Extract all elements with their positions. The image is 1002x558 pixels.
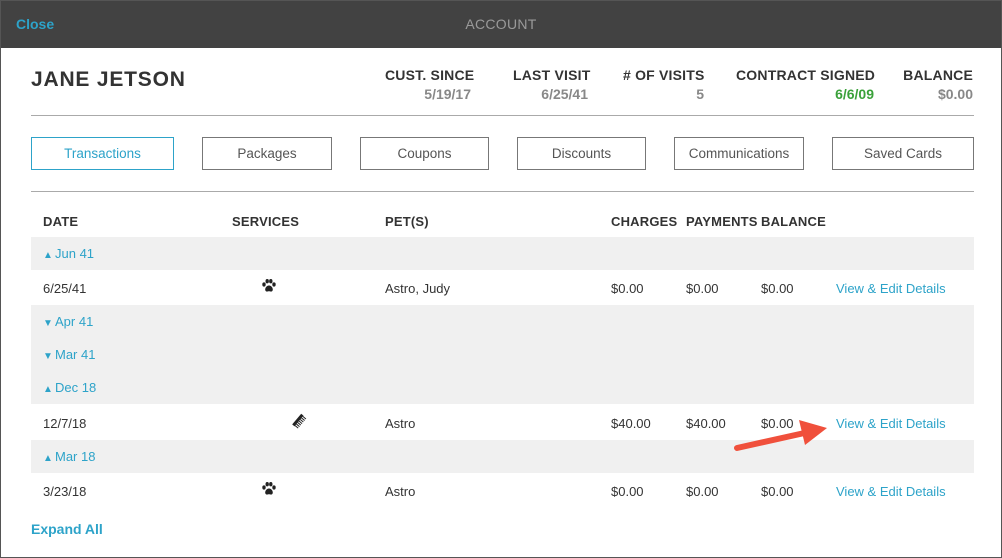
cell-date: 3/23/18 xyxy=(43,484,87,499)
month-group-row: ▼ Mar 41 xyxy=(31,338,974,371)
stat-label: CUST. SINCE xyxy=(385,67,475,83)
tab-saved-cards[interactable]: Saved Cards xyxy=(832,137,974,170)
month-group-row: ▼ Apr 41 xyxy=(31,305,974,338)
month-group-row: ▲ Dec 18 xyxy=(31,371,974,404)
cell-balance: $0.00 xyxy=(761,281,794,296)
month-group-label: Jun 41 xyxy=(55,246,95,261)
chevron-down-icon: ▼ xyxy=(43,318,53,329)
cell-charges: $0.00 xyxy=(611,281,644,296)
stat-contract-signed: CONTRACT SIGNED 6/6/09 xyxy=(736,67,876,102)
chevron-up-icon: ▲ xyxy=(43,250,53,261)
cell-payments: $40.00 xyxy=(686,416,726,431)
tab-coupons[interactable]: Coupons xyxy=(360,137,489,170)
month-group-toggle[interactable]: ▼ Mar 41 xyxy=(43,347,95,362)
month-group-toggle[interactable]: ▼ Apr 41 xyxy=(43,314,93,329)
cell-date: 6/25/41 xyxy=(43,281,87,296)
column-header-payments: PAYMENTS xyxy=(686,214,758,229)
table-row: 12/7/18 Astro $40.00 $40.00 $0.00 View &… xyxy=(31,405,974,440)
stat-label: LAST VISIT xyxy=(513,67,591,83)
chevron-up-icon: ▲ xyxy=(43,453,53,464)
chevron-up-icon: ▲ xyxy=(43,384,53,395)
account-modal: Close ACCOUNT JANE JETSON CUST. SINCE 5/… xyxy=(0,0,1002,558)
paw-icon xyxy=(262,279,276,292)
stat-value: $0.00 xyxy=(937,86,973,102)
stat-balance: BALANCE $0.00 xyxy=(903,67,973,102)
table-row: 6/25/41 Astro, Judy $0.00 $0.00 $0.00 Vi… xyxy=(31,270,974,305)
cell-payments: $0.00 xyxy=(686,484,719,499)
expand-all-button[interactable]: Expand All xyxy=(31,521,103,537)
modal-header: Close ACCOUNT xyxy=(1,1,1001,48)
tab-packages[interactable]: Packages xyxy=(202,137,332,170)
month-group-label: Mar 41 xyxy=(55,347,96,362)
cell-charges: $0.00 xyxy=(611,484,644,499)
stat-value: 6/6/09 xyxy=(835,86,874,102)
chevron-down-icon: ▼ xyxy=(43,351,53,362)
divider xyxy=(31,191,974,192)
month-group-label: Dec 18 xyxy=(55,380,97,395)
stat-value: 6/25/41 xyxy=(541,86,588,102)
stat-label: # OF VISITS xyxy=(623,67,705,83)
view-edit-details-link[interactable]: View & Edit Details xyxy=(836,484,946,499)
tab-discounts[interactable]: Discounts xyxy=(517,137,646,170)
cell-date: 12/7/18 xyxy=(43,416,87,431)
view-edit-details-link[interactable]: View & Edit Details xyxy=(836,416,946,431)
month-group-row: ▲ Jun 41 xyxy=(31,237,974,270)
month-group-label: Mar 18 xyxy=(55,449,96,464)
cell-charges: $40.00 xyxy=(611,416,651,431)
stat-cust-since: CUST. SINCE 5/19/17 xyxy=(385,67,475,102)
paw-icon xyxy=(262,482,276,495)
stat-label: CONTRACT SIGNED xyxy=(736,67,876,83)
customer-name: JANE JETSON xyxy=(31,68,186,91)
tab-communications[interactable]: Communications xyxy=(674,137,804,170)
tab-transactions[interactable]: Transactions xyxy=(31,137,174,170)
divider xyxy=(31,115,974,116)
column-header-services: SERVICES xyxy=(232,214,300,229)
comb-icon xyxy=(292,413,307,429)
month-group-toggle[interactable]: ▲ Mar 18 xyxy=(43,449,95,464)
column-header-pets: PET(S) xyxy=(385,214,429,229)
column-header-balance: BALANCE xyxy=(761,214,826,229)
annotation-arrow-icon xyxy=(734,420,827,451)
month-group-label: Apr 41 xyxy=(55,314,94,329)
month-group-row: ▲ Mar 18 xyxy=(31,440,974,473)
cell-pets: Astro, Judy xyxy=(385,281,451,296)
cell-balance: $0.00 xyxy=(761,484,794,499)
month-group-toggle[interactable]: ▲ Dec 18 xyxy=(43,380,96,395)
modal-title: ACCOUNT xyxy=(465,16,537,32)
stat-label: BALANCE xyxy=(903,67,973,83)
cell-pets: Astro xyxy=(385,416,416,431)
column-header-date: DATE xyxy=(43,214,79,229)
column-header-charges: CHARGES xyxy=(611,214,678,229)
view-edit-details-link[interactable]: View & Edit Details xyxy=(836,281,946,296)
month-group-toggle[interactable]: ▲ Jun 41 xyxy=(43,246,94,261)
stat-value: 5/19/17 xyxy=(424,86,471,102)
stat-num-visits: # OF VISITS 5 xyxy=(623,67,704,102)
stat-value: 5 xyxy=(696,86,704,102)
cell-payments: $0.00 xyxy=(686,281,719,296)
table-row: 3/23/18 Astro $0.00 $0.00 $0.00 View & E… xyxy=(31,473,974,508)
cell-pets: Astro xyxy=(385,484,416,499)
stat-last-visit: LAST VISIT 6/25/41 xyxy=(513,67,591,102)
